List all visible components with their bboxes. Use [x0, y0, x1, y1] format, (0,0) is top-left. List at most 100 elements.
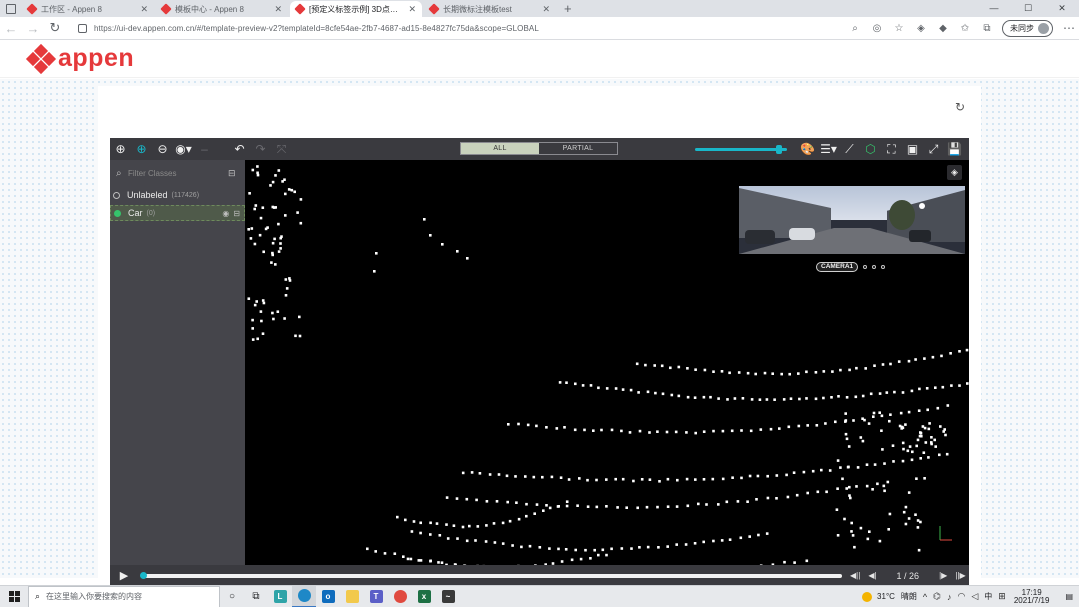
- cloud-point: [675, 505, 679, 508]
- start-button[interactable]: [0, 586, 28, 607]
- play-icon[interactable]: ▶: [112, 569, 136, 582]
- windows-taskbar: ⌕ 在这里输入你要搜索的内容 ○ ⧉ L o T x ~ 31°C 晴朗 ^ ⌬…: [0, 585, 1079, 607]
- fit-view-icon[interactable]: ⛶: [881, 139, 902, 159]
- star-icon[interactable]: ☆: [888, 23, 910, 34]
- taskbar-app-edge[interactable]: [292, 585, 316, 607]
- cloud-point: [685, 431, 688, 434]
- profile-button[interactable]: 未同步: [1002, 19, 1053, 37]
- cloud-point: [470, 471, 474, 474]
- cloud-point: [665, 430, 669, 434]
- visibility-icon[interactable]: ◉: [222, 209, 229, 218]
- maximize-icon[interactable]: ☐: [1011, 0, 1045, 16]
- system-tray: 31°C 晴朗 ^ ⌬ ♪ ◠ ◁ 中 ⊞ 17:19 2021/7/19 ▤: [862, 586, 1079, 607]
- cloud-point: [737, 371, 741, 374]
- zoom-icon[interactable]: ⌕: [844, 23, 866, 34]
- taskbar-app-teams[interactable]: T: [364, 586, 388, 607]
- cloud-point: [728, 371, 731, 375]
- next-frame-icon[interactable]: |▶: [939, 571, 947, 580]
- camera-tab-dot[interactable]: [863, 265, 868, 269]
- read-aloud-icon[interactable]: ◎: [866, 23, 888, 34]
- close-window-icon[interactable]: ✕: [1045, 0, 1079, 16]
- task-view-icon[interactable]: ⧉: [244, 586, 268, 607]
- minimize-icon[interactable]: —: [977, 0, 1011, 16]
- taskbar-app-other[interactable]: ~: [436, 586, 460, 607]
- browser-tab-template-test[interactable]: 长期微标注模板test ✕: [424, 1, 556, 17]
- camera-view-icon[interactable]: ▣: [902, 139, 923, 159]
- network-icon[interactable]: ⌬: [933, 591, 941, 602]
- add-selection-icon[interactable]: ⊕: [131, 139, 152, 159]
- close-tab-icon[interactable]: ✕: [140, 4, 148, 15]
- notification-icon[interactable]: ▤: [1065, 592, 1073, 601]
- taskbar-app-explorer[interactable]: [340, 586, 364, 607]
- taskbar-app-l[interactable]: L: [268, 586, 292, 607]
- fullscreen-icon[interactable]: ⤢: [923, 139, 944, 159]
- taskbar-search[interactable]: ⌕ 在这里输入你要搜索的内容: [28, 585, 220, 607]
- browser-tab-active[interactable]: [预定义标签示例] 3D点云语义分割 ✕: [290, 1, 422, 17]
- reload-icon[interactable]: ↻: [44, 20, 66, 36]
- speaker-icon[interactable]: ◁: [971, 591, 978, 602]
- cloud-point: [366, 547, 369, 551]
- first-frame-icon[interactable]: ◀||: [850, 571, 860, 580]
- new-tab-icon[interactable]: +: [564, 1, 572, 16]
- add-point-icon[interactable]: ⊕: [110, 139, 131, 159]
- taskbar-app-excel[interactable]: x: [412, 586, 436, 607]
- tray-overflow-icon[interactable]: ^: [923, 592, 927, 602]
- favorites-icon[interactable]: ✩: [954, 23, 976, 34]
- url-field[interactable]: https://ui-dev.appen.com.cn/#/template-p…: [94, 24, 844, 33]
- brush-size-icon[interactable]: ◉▾: [173, 139, 194, 159]
- close-tab-icon[interactable]: ✕: [542, 4, 550, 15]
- refresh-icon[interactable]: ↻: [952, 99, 968, 115]
- ime-options-icon[interactable]: ⊞: [998, 591, 1006, 602]
- wifi-icon[interactable]: ◠: [958, 591, 966, 602]
- class-row-unlabeled[interactable]: Unlabeled (117426): [110, 187, 245, 203]
- layers-icon[interactable]: ◈: [947, 165, 962, 180]
- timeline-knob[interactable]: [140, 571, 147, 579]
- filter-classes-input[interactable]: [128, 166, 224, 180]
- collections-icon[interactable]: ⧉: [976, 23, 998, 34]
- tab-actions-icon[interactable]: [6, 4, 16, 14]
- mode-partial-button[interactable]: PARTIAL: [539, 143, 617, 154]
- taskbar-app-outlook[interactable]: o: [316, 586, 340, 607]
- ruler-icon[interactable]: ⟋: [839, 139, 860, 159]
- camera-tab-dot[interactable]: [872, 265, 877, 269]
- browser-tab-workspace[interactable]: 工作区 - Appen 8 ✕: [22, 1, 154, 17]
- taskbar-app-chrome[interactable]: [388, 586, 412, 607]
- mode-all-button[interactable]: ALL: [461, 143, 539, 154]
- cloud-point: [787, 425, 791, 429]
- palette-icon[interactable]: 🎨: [797, 139, 818, 159]
- cloud-point: [294, 334, 297, 338]
- list-view-icon[interactable]: ☰▾: [818, 139, 839, 159]
- prev-frame-icon[interactable]: ◀|: [868, 571, 876, 580]
- close-tab-icon[interactable]: ✕: [274, 4, 282, 15]
- opacity-slider-thumb[interactable]: [776, 145, 783, 154]
- volume-icon[interactable]: ♪: [947, 592, 952, 602]
- cloud-point: [621, 477, 625, 481]
- more-menu-icon[interactable]: ⋯: [1059, 21, 1079, 35]
- cortana-icon[interactable]: ○: [220, 586, 244, 607]
- camera-tab-dot[interactable]: [881, 265, 886, 269]
- forward-icon[interactable]: →: [22, 21, 44, 36]
- frame-timeline[interactable]: [140, 571, 842, 579]
- camera-preview[interactable]: [739, 186, 965, 254]
- move-icon[interactable]: ⤧: [271, 139, 292, 159]
- save-icon[interactable]: 💾: [944, 139, 965, 159]
- class-row-car[interactable]: Car (0) ◉ ⊟: [110, 205, 245, 221]
- last-frame-icon[interactable]: ||▶: [955, 571, 965, 580]
- opacity-slider[interactable]: [695, 139, 787, 159]
- filter-options-icon[interactable]: ⊟: [228, 168, 236, 179]
- clear-icon[interactable]: –: [194, 139, 215, 159]
- redo-icon[interactable]: ↷: [250, 139, 271, 159]
- extension-icon[interactable]: ◆: [932, 23, 954, 34]
- shield-icon[interactable]: ◈: [910, 23, 932, 34]
- undo-icon[interactable]: ↶: [229, 139, 250, 159]
- ime-indicator[interactable]: 中: [984, 591, 992, 602]
- cloud-point: [872, 411, 876, 415]
- back-icon[interactable]: ←: [0, 21, 22, 36]
- browser-tab-template-center[interactable]: 模板中心 - Appen 8 ✕: [156, 1, 288, 17]
- class-settings-icon[interactable]: ⊟: [233, 209, 240, 218]
- auto-label-icon[interactable]: ⬡: [860, 139, 881, 159]
- remove-selection-icon[interactable]: ⊖: [152, 139, 173, 159]
- system-clock[interactable]: 17:19 2021/7/19: [1014, 588, 1056, 605]
- close-tab-icon[interactable]: ✕: [408, 4, 416, 15]
- camera-tab-active[interactable]: CAMERA1: [816, 262, 859, 272]
